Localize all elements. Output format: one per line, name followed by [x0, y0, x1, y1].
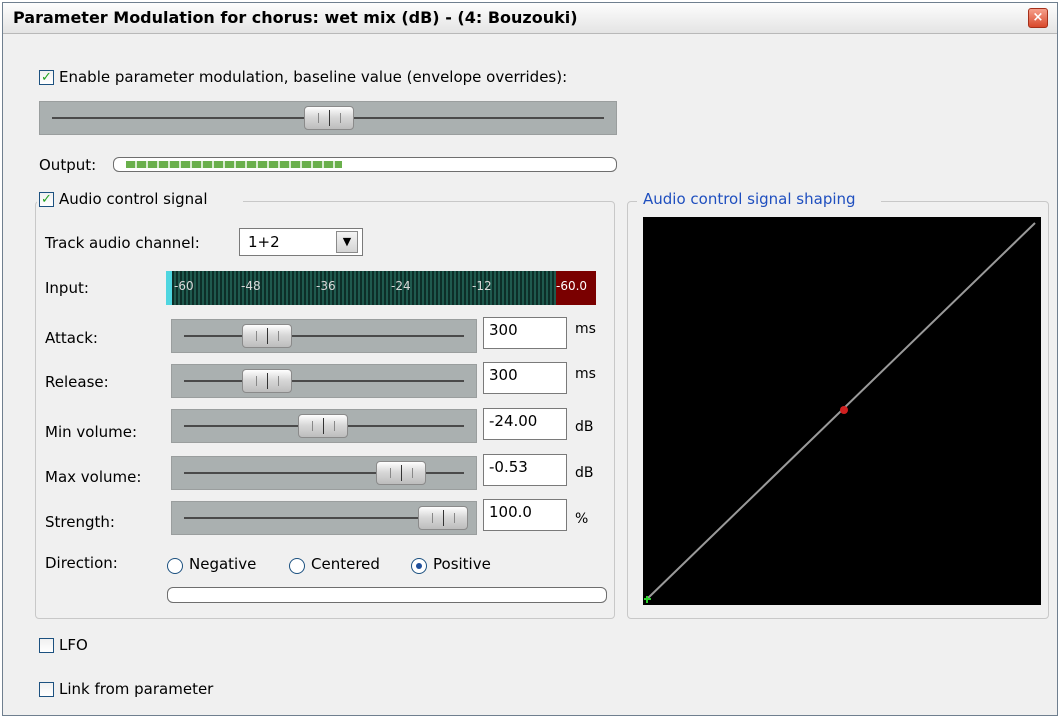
- link-parameter-label: Link from parameter: [59, 680, 214, 698]
- input-meter-level: [166, 271, 172, 305]
- attack-input[interactable]: 300: [483, 317, 567, 349]
- attack-label: Attack:: [45, 329, 98, 347]
- min-volume-label: Min volume:: [45, 423, 138, 441]
- direction-negative-label[interactable]: Negative: [189, 555, 256, 573]
- link-parameter-checkbox[interactable]: [39, 682, 54, 697]
- output-meter: [113, 157, 617, 172]
- release-label: Release:: [45, 373, 109, 391]
- output-label: Output:: [39, 156, 97, 174]
- shaping-label: Audio control signal shaping: [643, 190, 856, 208]
- release-slider-thumb[interactable]: [242, 369, 292, 393]
- track-channel-label: Track audio channel:: [45, 234, 200, 252]
- max-volume-label: Max volume:: [45, 468, 142, 486]
- shaping-midpoint-handle[interactable]: [840, 406, 848, 414]
- enable-modulation-checkbox[interactable]: ✓: [39, 70, 54, 85]
- title-bar[interactable]: Parameter Modulation for chorus: wet mix…: [3, 3, 1057, 34]
- audio-control-label: Audio control signal: [59, 190, 208, 208]
- audio-control-checkbox[interactable]: ✓: [39, 192, 54, 207]
- close-icon[interactable]: ×: [1028, 8, 1048, 28]
- chevron-down-icon[interactable]: ▼: [336, 231, 358, 253]
- baseline-slider-thumb[interactable]: [304, 106, 354, 130]
- strength-slider-thumb[interactable]: [418, 506, 468, 530]
- lfo-label: LFO: [59, 636, 88, 654]
- direction-centered-label[interactable]: Centered: [311, 555, 380, 573]
- release-slider[interactable]: [171, 364, 477, 398]
- max-volume-input[interactable]: -0.53: [483, 454, 567, 486]
- modulation-output-bar: [167, 587, 607, 603]
- attack-unit: ms: [575, 321, 596, 337]
- enable-modulation-label: Enable parameter modulation, baseline va…: [59, 68, 568, 86]
- release-unit: ms: [575, 366, 596, 382]
- min-volume-unit: dB: [575, 419, 594, 435]
- track-channel-value: 1+2: [248, 233, 280, 251]
- baseline-slider[interactable]: [39, 101, 617, 135]
- shaping-graph[interactable]: [643, 217, 1041, 605]
- attack-slider[interactable]: [171, 319, 477, 353]
- lfo-checkbox[interactable]: [39, 638, 54, 653]
- input-peak-box[interactable]: -60.0: [556, 271, 596, 305]
- max-volume-slider[interactable]: [171, 456, 477, 490]
- strength-unit: %: [575, 511, 589, 527]
- input-tick: -24: [391, 279, 411, 293]
- strength-label: Strength:: [45, 513, 115, 531]
- min-volume-input[interactable]: -24.00: [483, 408, 567, 440]
- shaping-curve: [644, 222, 1036, 603]
- direction-positive-radio[interactable]: [411, 558, 427, 574]
- input-tick: -48: [241, 279, 261, 293]
- radio-selected-dot: [416, 563, 422, 569]
- input-tick: -60: [174, 279, 194, 293]
- output-meter-fill: [126, 161, 342, 168]
- direction-label: Direction:: [45, 554, 118, 572]
- input-meter: -60 -48 -36 -24 -12 -60.0: [166, 271, 596, 305]
- input-tick: -36: [316, 279, 336, 293]
- release-input[interactable]: 300: [483, 362, 567, 394]
- window-title: Parameter Modulation for chorus: wet mix…: [13, 8, 578, 27]
- strength-slider[interactable]: [171, 501, 477, 535]
- min-volume-slider[interactable]: [171, 409, 477, 443]
- max-volume-slider-thumb[interactable]: [376, 461, 426, 485]
- min-volume-slider-thumb[interactable]: [298, 414, 348, 438]
- track-channel-select[interactable]: 1+2 ▼: [239, 228, 363, 256]
- input-peak-value: -60.0: [556, 279, 588, 293]
- direction-negative-radio[interactable]: [167, 558, 183, 574]
- strength-input[interactable]: 100.0: [483, 499, 567, 531]
- attack-slider-thumb[interactable]: [242, 324, 292, 348]
- input-label: Input:: [45, 279, 89, 297]
- direction-centered-radio[interactable]: [289, 558, 305, 574]
- input-tick: -12: [472, 279, 492, 293]
- max-volume-unit: dB: [575, 465, 594, 481]
- parameter-modulation-window: Parameter Modulation for chorus: wet mix…: [2, 2, 1058, 716]
- direction-positive-label[interactable]: Positive: [433, 555, 491, 573]
